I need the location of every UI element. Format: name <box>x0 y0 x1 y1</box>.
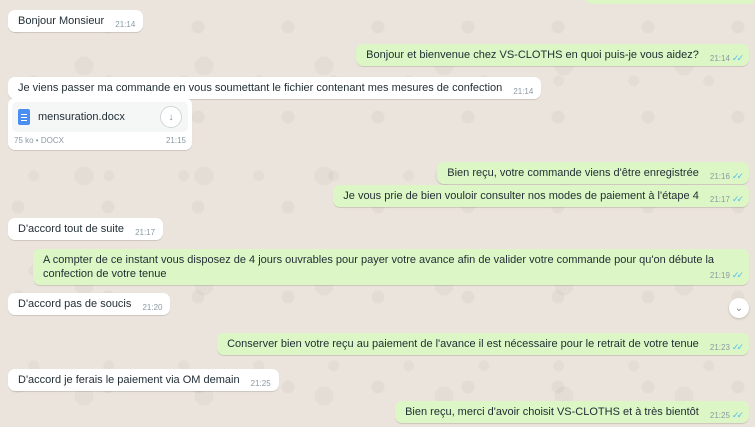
document-attachment[interactable]: mensuration.docx ↓ 75 ko • DOCX 21:15 <box>8 98 192 150</box>
message-incoming: D'accord je ferais le paiement via OM de… <box>8 369 279 391</box>
message-time: 21:19 ✓✓ <box>709 270 744 280</box>
message-time: 21:14 <box>115 20 136 29</box>
message-outgoing: Bien reçu, votre commande viens d'être e… <box>437 162 749 184</box>
document-file-icon <box>18 109 30 125</box>
message-text: D'accord pas de soucis <box>18 298 132 310</box>
message-time: 21:16 ✓✓ <box>709 171 744 181</box>
message-text: Je vous prie de bien vouloir consulter n… <box>343 190 699 202</box>
previous-message-bubble <box>585 0 755 4</box>
message-incoming: D'accord pas de soucis 21:20 <box>8 293 171 315</box>
message-text: Conserver bien votre reçu au paiement de… <box>227 338 699 350</box>
message-time: 21:23 ✓✓ <box>709 342 744 352</box>
read-receipt-icon: ✓✓ <box>731 53 744 63</box>
message-outgoing: Bonjour et bienvenue chez VS-CLOTHS en q… <box>356 44 749 66</box>
read-receipt-icon: ✓✓ <box>731 410 744 420</box>
message-incoming: D'accord tout de suite 21:17 <box>8 218 164 240</box>
message-time: 21:14 ✓✓ <box>709 53 744 63</box>
document-meta: 75 ko • DOCX <box>14 136 64 145</box>
read-receipt-icon: ✓✓ <box>731 194 744 204</box>
message-time: 21:25 ✓✓ <box>709 410 744 420</box>
message-time: 21:17 <box>135 228 156 237</box>
message-text: Bonjour et bienvenue chez VS-CLOTHS en q… <box>366 49 699 61</box>
message-text: Je viens passer ma commande en vous soum… <box>18 82 503 94</box>
message-incoming: Bonjour Monsieur 21:14 <box>8 10 144 32</box>
read-receipt-icon: ✓✓ <box>731 270 744 280</box>
scroll-down-icon[interactable]: ⌄ <box>729 298 749 318</box>
message-outgoing: Conserver bien votre reçu au paiement de… <box>217 333 749 355</box>
message-text: D'accord tout de suite <box>18 223 125 235</box>
message-text: Bonjour Monsieur <box>18 15 105 27</box>
read-receipt-icon: ✓✓ <box>731 342 744 352</box>
message-text: Bien reçu, merci d'avoir choisit VS-CLOT… <box>405 406 699 418</box>
document-footer: 75 ko • DOCX 21:15 <box>12 136 188 145</box>
message-text: D'accord je ferais le paiement via OM de… <box>18 374 240 386</box>
message-time: 21:15 <box>165 136 186 145</box>
message-time: 21:25 <box>250 379 271 388</box>
message-outgoing: Bien reçu, merci d'avoir choisit VS-CLOT… <box>395 401 749 423</box>
message-time: 21:17 ✓✓ <box>709 194 744 204</box>
document-preview: mensuration.docx ↓ <box>12 102 188 132</box>
document-filename: mensuration.docx <box>38 111 125 123</box>
message-outgoing: A compter de ce instant vous disposez de… <box>33 249 749 285</box>
message-outgoing: Je vous prie de bien vouloir consulter n… <box>333 185 749 207</box>
download-icon[interactable]: ↓ <box>160 106 182 128</box>
message-time: 21:20 <box>142 303 163 312</box>
message-text: Bien reçu, votre commande viens d'être e… <box>447 167 699 179</box>
read-receipt-icon: ✓✓ <box>731 171 744 181</box>
message-text: A compter de ce instant vous disposez de… <box>43 254 715 280</box>
message-time: 21:14 <box>513 87 534 96</box>
message-incoming: Je viens passer ma commande en vous soum… <box>8 77 542 99</box>
